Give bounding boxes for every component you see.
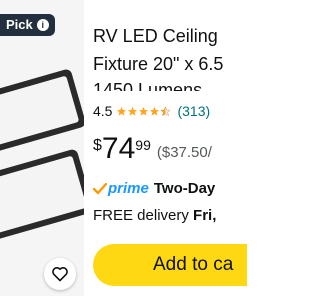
prime-badge: prime Two-Day [93, 180, 215, 197]
product-image[interactable]: Pick i [0, 0, 84, 296]
review-count-link[interactable]: (313) [177, 103, 210, 119]
info-icon[interactable]: i [36, 19, 49, 31]
product-info: RV LED Ceiling Fixture 20" x 6.5 1450 Lu… [93, 0, 247, 296]
product-title-line3: 1450 Lumens [93, 80, 203, 91]
wishlist-heart-button[interactable] [44, 258, 76, 290]
product-title-line1: RV LED Ceiling [93, 26, 218, 46]
price-whole: 74 [101, 132, 136, 165]
heart-icon [52, 267, 68, 282]
add-to-cart-button[interactable]: Add to ca [93, 244, 247, 286]
price-fraction: 99 [135, 137, 151, 153]
pick-badge[interactable]: Pick i [0, 14, 55, 36]
product-title-line2: Fixture 20" x 6.5 [93, 54, 224, 74]
prime-speed: Two-Day [153, 180, 216, 197]
delivery-info: FREE delivery Fri, [93, 207, 216, 224]
price: $ 74 99 ($37.50/ [93, 134, 212, 164]
star-rating-icon [116, 105, 172, 117]
prime-label: prime [108, 180, 149, 197]
delivery-prefix: FREE delivery [93, 207, 189, 224]
prime-check-icon [93, 182, 107, 194]
product-title[interactable]: RV LED Ceiling Fixture 20" x 6.5 [93, 22, 247, 78]
rating-row[interactable]: 4.5 (313) [93, 103, 210, 119]
unit-price: ($37.50/ [156, 144, 212, 161]
badge-label: Pick [6, 17, 33, 32]
rating-value: 4.5 [93, 103, 113, 119]
led-panel-image [0, 69, 84, 243]
price-currency-symbol: $ [93, 137, 102, 154]
delivery-day: Fri, [193, 207, 217, 224]
